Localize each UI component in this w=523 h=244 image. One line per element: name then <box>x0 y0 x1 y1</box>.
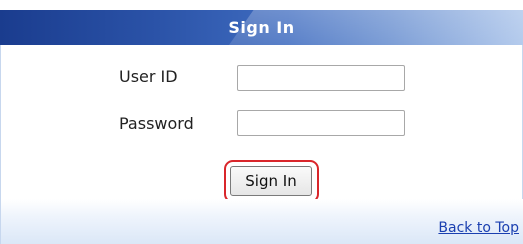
footer: Back to Top <box>0 199 523 244</box>
header-bar: Sign In <box>0 10 523 45</box>
password-label: Password <box>119 114 194 133</box>
top-strip <box>0 0 523 10</box>
back-to-top-link[interactable]: Back to Top <box>438 220 519 236</box>
sign-in-form: User ID Password Sign In <box>0 45 523 203</box>
sign-in-page: Sign In User ID Password Sign In Back to… <box>0 0 523 244</box>
user-id-label: User ID <box>119 67 178 86</box>
sign-in-button[interactable]: Sign In <box>230 166 312 196</box>
page-title: Sign In <box>228 18 295 37</box>
user-id-input[interactable] <box>237 65 405 91</box>
password-input[interactable] <box>237 110 405 136</box>
